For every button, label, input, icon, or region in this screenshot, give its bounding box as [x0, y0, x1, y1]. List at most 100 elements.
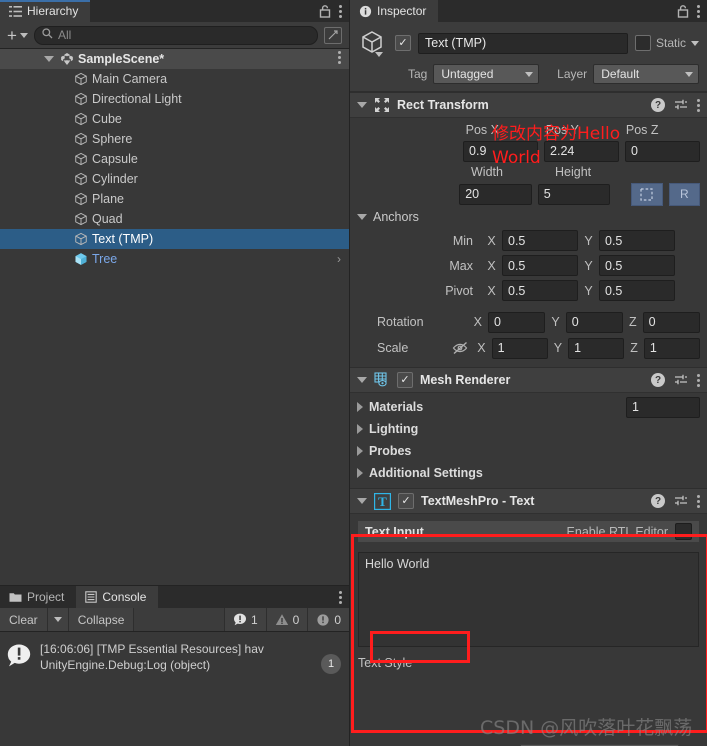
preset-icon[interactable] — [674, 373, 688, 387]
triangle-right-icon[interactable] — [357, 446, 363, 456]
mesh-renderer-enabled-checkbox[interactable]: ✓ — [397, 372, 413, 388]
lock-icon[interactable] — [319, 4, 331, 18]
hierarchy-item-capsule[interactable]: Capsule — [0, 149, 349, 169]
anchor-max-y-input[interactable]: 0.5 — [599, 255, 675, 276]
rotation-x-input[interactable]: 0 — [488, 311, 546, 333]
tmp-enabled-checkbox[interactable]: ✓ — [398, 493, 414, 509]
triangle-down-icon[interactable] — [357, 377, 367, 383]
warning-count[interactable]: 0 — [265, 608, 308, 631]
static-checkbox[interactable]: ✓ — [634, 35, 651, 51]
help-icon[interactable]: ? — [651, 494, 665, 508]
tag-dropdown[interactable]: Untagged — [433, 64, 540, 84]
rotation-y-input[interactable]: 0 — [565, 311, 624, 333]
console-log-entry[interactable]: [16:06:06] [TMP Essential Resources] hav… — [0, 638, 349, 676]
scale-y-input[interactable]: 1 — [568, 337, 625, 359]
layer-label: Layer — [557, 67, 588, 81]
anchor-max-x-input[interactable]: 0.5 — [502, 255, 578, 276]
scale-x-input[interactable]: 1 — [491, 337, 548, 359]
scene-menu-icon[interactable] — [338, 51, 341, 67]
constrain-proportions-off-icon[interactable] — [452, 341, 471, 355]
gameobject-icon[interactable] — [358, 28, 388, 58]
component-header-mesh-renderer[interactable]: ✓ Mesh Renderer ? — [350, 367, 707, 393]
triangle-right-icon[interactable] — [357, 402, 363, 412]
anchor-min-y-input[interactable]: 0.5 — [599, 230, 675, 251]
scale-z-input[interactable]: 1 — [643, 337, 701, 359]
anchor-pivot-y-input[interactable]: 0.5 — [599, 280, 675, 301]
help-icon[interactable]: ? — [651, 98, 665, 112]
raw-edit-mode-button[interactable]: R — [668, 182, 700, 206]
triangle-down-icon[interactable] — [357, 498, 367, 504]
tab-console[interactable]: Console — [76, 586, 159, 608]
hierarchy-item-cylinder[interactable]: Cylinder — [0, 169, 349, 189]
component-header-rect-transform[interactable]: Rect Transform ? — [350, 92, 707, 118]
triangle-right-icon[interactable] — [357, 468, 363, 478]
component-menu-icon[interactable] — [697, 373, 700, 387]
console-menu-icon[interactable] — [339, 590, 342, 604]
width-input[interactable]: 20 — [459, 183, 532, 205]
lock-icon[interactable] — [677, 4, 689, 18]
anchor-min-x-axis: X — [487, 233, 496, 248]
help-icon[interactable]: ? — [651, 373, 665, 387]
static-dropdown-icon[interactable] — [691, 40, 699, 46]
search-input[interactable]: All — [33, 25, 318, 45]
component-menu-icon[interactable] — [697, 98, 700, 112]
create-gameobject-button[interactable]: + — [7, 27, 28, 44]
height-input[interactable]: 5 — [537, 183, 611, 205]
triangle-right-icon[interactable] — [357, 424, 363, 434]
tmp-text-textarea[interactable]: Hello World — [358, 552, 699, 647]
info-count-value: 0 — [334, 612, 341, 627]
tab-inspector[interactable]: Inspector — [350, 0, 439, 22]
console-toolbar-spacer — [134, 608, 224, 631]
component-menu-icon[interactable] — [697, 494, 700, 508]
layer-dropdown[interactable]: Default — [593, 64, 699, 84]
triangle-down-icon[interactable] — [357, 102, 367, 108]
anchor-min-x-input[interactable]: 0.5 — [502, 230, 578, 251]
hierarchy-menu-icon[interactable] — [339, 4, 342, 18]
anchor-min-y-axis: Y — [584, 233, 593, 248]
gameobject-name-input[interactable]: Text (TMP) — [418, 32, 628, 54]
hierarchy-item-quad[interactable]: Quad — [0, 209, 349, 229]
mesh-row-lighting[interactable]: Lighting — [350, 418, 707, 440]
expand-icon[interactable] — [324, 26, 342, 44]
gameobject-icon — [74, 192, 88, 206]
hierarchy-item-sphere[interactable]: Sphere — [0, 129, 349, 149]
materials-size-input[interactable]: 1 — [626, 396, 700, 418]
anchor-max-row: Max X 0.5 Y 0.5 — [350, 253, 707, 278]
preset-icon[interactable] — [674, 98, 688, 112]
pos-z-input[interactable]: 0 — [625, 140, 700, 162]
triangle-down-icon[interactable] — [357, 214, 367, 220]
rtl-checkbox[interactable] — [675, 523, 692, 540]
static-toggle-group[interactable]: ✓ Static — [634, 35, 699, 51]
rotation-z-input[interactable]: 0 — [642, 311, 700, 333]
pos-z-header: Pos Z — [625, 123, 659, 137]
collapse-button[interactable]: Collapse — [68, 608, 135, 631]
gameobject-enabled-checkbox[interactable]: ✓ — [395, 35, 411, 51]
tab-project[interactable]: Project — [0, 586, 77, 608]
text-input-header: Text Input Enable RTL Editor — [358, 521, 699, 542]
blueprint-mode-icon[interactable] — [631, 182, 663, 206]
hierarchy-item-directional-light[interactable]: Directional Light — [0, 89, 349, 109]
chevron-right-icon[interactable]: › — [337, 252, 341, 266]
hierarchy-scene-row[interactable]: SampleScene* — [0, 49, 349, 69]
error-count[interactable]: 1 — [223, 608, 266, 631]
preset-icon[interactable] — [674, 494, 688, 508]
info-count[interactable]: 0 — [307, 608, 349, 631]
hierarchy-item-cube[interactable]: Cube — [0, 109, 349, 129]
triangle-down-icon[interactable] — [44, 56, 54, 62]
layer-value: Default — [601, 67, 640, 81]
mesh-row-probes[interactable]: Probes — [350, 440, 707, 462]
hierarchy-item-text-tmp[interactable]: Text (TMP) — [0, 229, 349, 249]
anchor-pivot-x-input[interactable]: 0.5 — [502, 280, 578, 301]
hierarchy-item-main-camera[interactable]: Main Camera — [0, 69, 349, 89]
clear-button[interactable]: Clear — [0, 608, 48, 631]
hierarchy-item-plane[interactable]: Plane — [0, 189, 349, 209]
component-header-textmeshpro[interactable]: T ✓ TextMeshPro - Text ? — [350, 488, 707, 514]
mesh-row-additional-settings[interactable]: Additional Settings — [350, 462, 707, 484]
tab-hierarchy[interactable]: Hierarchy — [0, 0, 91, 22]
mesh-row-materials[interactable]: Materials 1 — [350, 396, 707, 418]
hierarchy-item-tree[interactable]: Tree › — [0, 249, 349, 269]
inspector-menu-icon[interactable] — [697, 4, 700, 18]
clear-dropdown-button[interactable] — [47, 608, 69, 631]
anchors-foldout[interactable]: Anchors — [350, 206, 707, 228]
anchor-max-label: Max — [449, 258, 473, 273]
